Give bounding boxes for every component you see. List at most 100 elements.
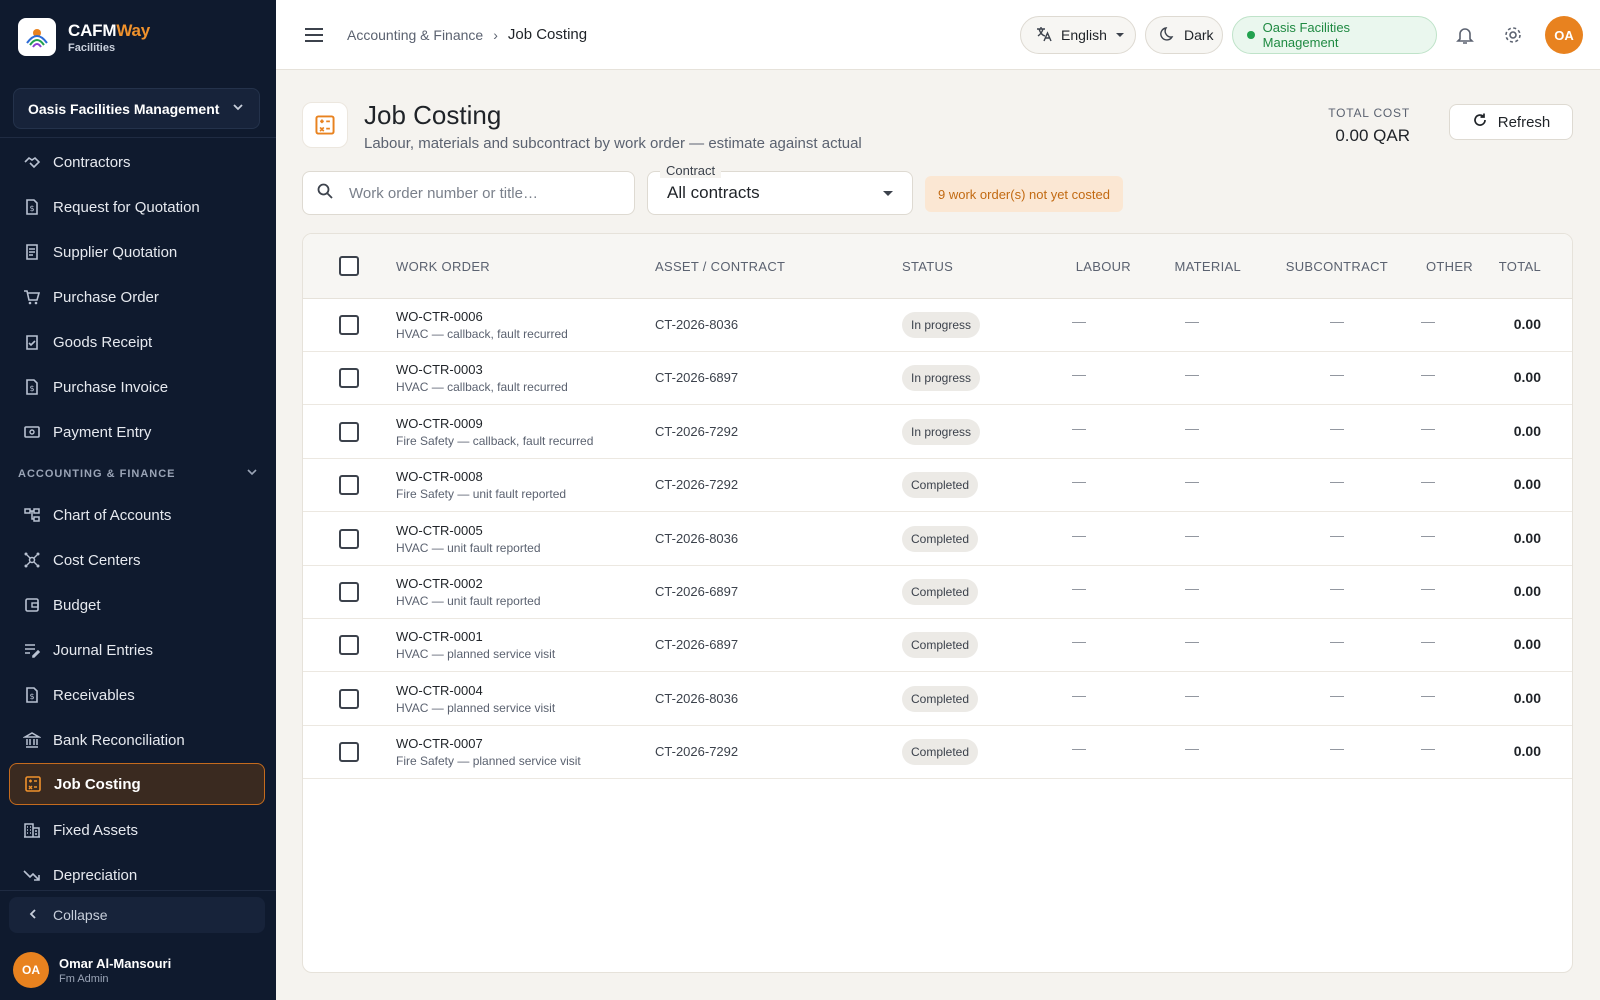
row-checkbox[interactable] (339, 742, 359, 763)
theme-toggle[interactable]: Dark (1145, 16, 1223, 54)
table-row[interactable]: WO-CTR-0006 HVAC — callback, fault recurr… (303, 299, 1572, 352)
labour-cost: — (1072, 633, 1086, 650)
org-selector[interactable]: Oasis Facilities Management (13, 88, 260, 129)
sidebar-item-contractors[interactable]: Contractors (9, 141, 265, 183)
org-status-badge[interactable]: Oasis Facilities Management (1232, 16, 1437, 54)
row-total: 0.00 (1513, 636, 1541, 653)
handshake-icon (22, 152, 42, 172)
row-total: 0.00 (1513, 476, 1541, 493)
sidebar-item-fixed-assets[interactable]: Fixed Assets (9, 809, 265, 851)
gear-icon[interactable] (1501, 23, 1525, 47)
contract-number: CT-2026-6897 (655, 584, 739, 599)
work-order-number[interactable]: WO-CTR-0008 (396, 469, 483, 484)
other-cost: — (1421, 526, 1435, 543)
column-header-material[interactable]: MATERIAL (1141, 259, 1241, 274)
section-accounting-finance[interactable]: ACCOUNTING & FINANCE (18, 466, 258, 481)
row-checkbox[interactable] (339, 475, 359, 496)
sidebar-item-job-costing[interactable]: Job Costing (9, 763, 265, 805)
work-order-number[interactable]: WO-CTR-0006 (396, 309, 483, 324)
collapse-button[interactable]: Collapse (9, 897, 265, 933)
sidebar-item-journal-entries[interactable]: Journal Entries (9, 629, 265, 671)
search-field[interactable] (302, 171, 635, 215)
sidebar-item-goods-receipt[interactable]: Goods Receipt (9, 321, 265, 363)
column-header-status[interactable]: STATUS (902, 259, 953, 274)
status-badge: Completed (902, 739, 979, 766)
section-label: ACCOUNTING & FINANCE (18, 467, 176, 480)
column-header-work-order[interactable]: WORK ORDER (396, 259, 490, 274)
work-order-number[interactable]: WO-CTR-0003 (396, 362, 483, 377)
sidebar-item-rfq[interactable]: $ Request for Quotation (9, 186, 265, 228)
work-order-number[interactable]: WO-CTR-0002 (396, 576, 483, 591)
subcontract-cost: — (1330, 313, 1344, 329)
sidebar-item-budget[interactable]: Budget (9, 584, 265, 626)
material-cost: — (1185, 580, 1199, 596)
material-cost: — (1185, 419, 1199, 436)
row-checkbox[interactable] (339, 688, 359, 709)
subcontract-cost: — (1330, 366, 1344, 383)
work-order-number[interactable]: WO-CTR-0005 (396, 523, 483, 538)
table-row[interactable]: WO-CTR-0001 HVAC — planned service visit C… (303, 619, 1572, 673)
user-name: Omar Al-Mansouri (59, 955, 172, 971)
avatar: OA (13, 952, 49, 988)
column-header-asset-contract[interactable]: ASSET / CONTRACT (655, 259, 785, 274)
column-header-labour[interactable]: LABOUR (1051, 259, 1131, 274)
column-header-total[interactable]: TOTAL (1463, 259, 1541, 274)
work-order-number[interactable]: WO-CTR-0009 (396, 416, 483, 431)
language-label: English (1061, 27, 1107, 43)
language-selector[interactable]: English (1020, 16, 1136, 54)
table-row[interactable]: WO-CTR-0002 HVAC — unit fault reported CT-… (303, 566, 1572, 619)
table-row[interactable]: WO-CTR-0005 HVAC — unit fault reported CT-… (303, 513, 1572, 566)
clipboard-check-icon (22, 332, 42, 352)
work-order-number[interactable]: WO-CTR-0001 (396, 629, 483, 644)
row-checkbox[interactable] (339, 635, 359, 656)
sidebar-item-bank-reconciliation[interactable]: Bank Reconciliation (9, 719, 265, 761)
sidebar-item-label: Depreciation (53, 866, 138, 884)
sidebar-item-receivables[interactable]: $ Receivables (9, 674, 265, 716)
page-subtitle: Labour, materials and subcontract by wor… (364, 135, 862, 152)
chevron-down-icon (231, 100, 245, 117)
material-cost: — (1185, 473, 1199, 490)
user-profile[interactable]: OA Omar Al-Mansouri Fm Admin (13, 952, 171, 988)
column-header-other[interactable]: OTHER (1393, 259, 1473, 274)
refresh-button[interactable]: Refresh (1449, 104, 1573, 140)
table-row[interactable]: WO-CTR-0008 Fire Safety — unit fault repo… (303, 459, 1572, 513)
material-cost: — (1185, 366, 1199, 383)
sidebar-item-label: Journal Entries (53, 641, 154, 659)
svg-text:$: $ (29, 204, 34, 213)
receipt-icon (22, 242, 42, 262)
sidebar-item-chart-of-accounts[interactable]: Chart of Accounts (9, 494, 265, 536)
brand[interactable]: CAFMWay Facilities (18, 18, 150, 56)
search-icon (317, 183, 333, 204)
row-checkbox[interactable] (339, 528, 359, 549)
work-order-number[interactable]: WO-CTR-0004 (396, 683, 483, 698)
sidebar-item-purchase-invoice[interactable]: $ Purchase Invoice (9, 366, 265, 408)
building-icon (22, 820, 42, 840)
calculator-icon (23, 774, 43, 794)
breadcrumb-parent[interactable]: Accounting & Finance (347, 27, 483, 43)
search-input[interactable] (349, 184, 609, 202)
select-all-checkbox[interactable] (339, 256, 359, 276)
row-checkbox[interactable] (339, 368, 359, 389)
table-row[interactable]: WO-CTR-0007 Fire Safety — planned service… (303, 726, 1572, 780)
sidebar-item-purchase-order[interactable]: Purchase Order (9, 276, 265, 318)
bell-icon[interactable] (1453, 23, 1477, 47)
contract-number: CT-2026-6897 (655, 637, 739, 653)
sidebar-item-payment-entry[interactable]: Payment Entry (9, 411, 265, 453)
subcontract-cost: — (1330, 740, 1344, 757)
trending-down-icon (22, 865, 42, 885)
row-checkbox[interactable] (339, 582, 359, 602)
sidebar-item-cost-centers[interactable]: Cost Centers (9, 539, 265, 581)
avatar[interactable]: OA (1545, 16, 1583, 54)
table-row[interactable]: WO-CTR-0009 Fire Safety — callback, fault… (303, 406, 1572, 459)
work-order-title: Fire Safety — callback, fault recurred (396, 433, 594, 448)
table-row[interactable]: WO-CTR-0004 HVAC — planned service visit C… (303, 673, 1572, 726)
table-row[interactable]: WO-CTR-0003 HVAC — callback, fault recurr… (303, 352, 1572, 406)
row-total: 0.00 (1513, 743, 1541, 760)
row-checkbox[interactable] (339, 315, 359, 335)
work-order-number[interactable]: WO-CTR-0007 (396, 736, 483, 751)
sidebar-item-supplier-quotation[interactable]: Supplier Quotation (9, 231, 265, 273)
row-checkbox[interactable] (339, 421, 359, 442)
column-header-subcontract[interactable]: SUBCONTRACT (1258, 259, 1388, 274)
hamburger-menu-icon[interactable] (302, 23, 326, 47)
sidebar-item-depreciation[interactable]: Depreciation (9, 854, 265, 890)
